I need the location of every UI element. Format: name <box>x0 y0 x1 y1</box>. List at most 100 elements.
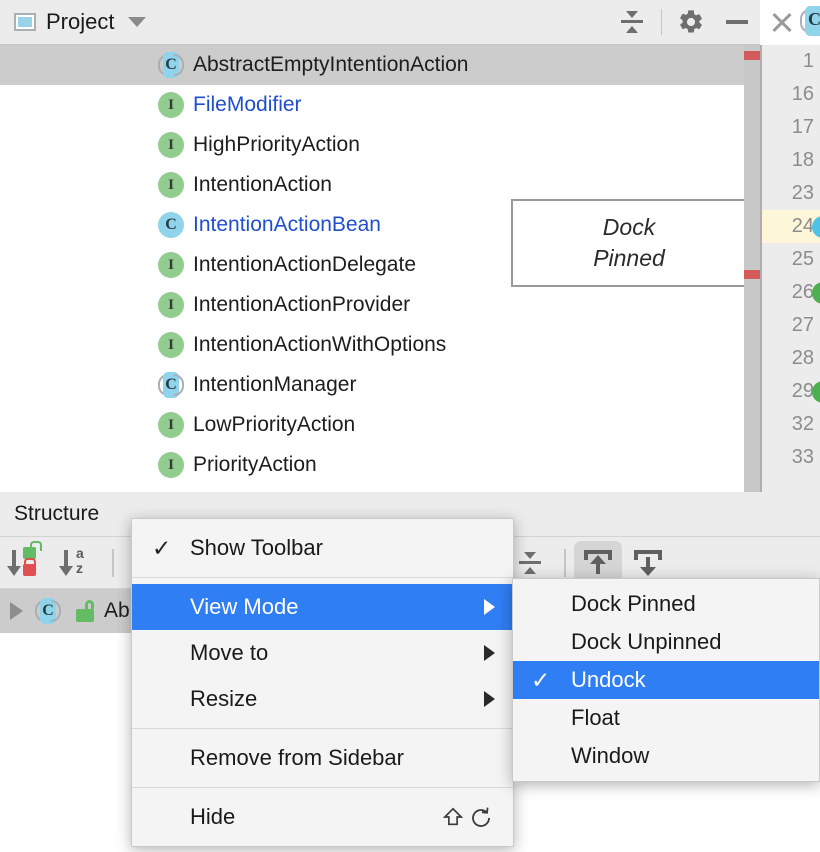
gutter-line: 32 <box>762 408 820 441</box>
check-icon: ✓ <box>531 666 551 693</box>
list-item[interactable]: C IntentionManager <box>0 365 744 405</box>
menu-separator <box>132 787 513 788</box>
interface-icon <box>158 412 184 438</box>
submenu-item-label: Dock Pinned <box>571 591 696 616</box>
line-number: 23 <box>791 182 814 204</box>
settings-button[interactable] <box>668 0 714 45</box>
list-item[interactable]: IntentionActionProvider <box>0 285 744 325</box>
toolbar-divider <box>661 9 662 35</box>
marker-red[interactable] <box>744 270 760 279</box>
sort-by-visibility-button[interactable] <box>0 537 52 589</box>
abstract-class-icon: C <box>158 52 184 78</box>
interface-icon <box>158 252 184 278</box>
abstract-class-icon: C <box>158 372 184 398</box>
menu-item-hide[interactable]: Hide <box>132 794 513 840</box>
sort-alphabetically-icon: az <box>59 545 94 579</box>
gutter-line: 33 <box>762 441 820 474</box>
list-item[interactable]: C AbstractEmptyIntentionAction <box>0 45 744 85</box>
line-number: 28 <box>791 347 814 369</box>
list-item-label: IntentionActionWithOptions <box>193 333 447 356</box>
expander-triangle-icon[interactable] <box>10 602 23 620</box>
gutter-line: 29 <box>762 375 820 408</box>
line-number: 1 <box>802 50 814 72</box>
line-number-gutter[interactable]: 1 16 17 18 23 24 25 26 27 28 29 32 33 <box>760 45 820 492</box>
gutter-line: 1 <box>762 45 820 78</box>
gutter-line: 16 <box>762 78 820 111</box>
list-item-label: FileModifier <box>193 93 302 116</box>
submenu-arrow-icon <box>484 599 495 615</box>
structure-row-label: Ab <box>104 599 130 622</box>
list-item[interactable]: IntentionActionWithOptions <box>0 325 744 365</box>
toolbar-divider <box>564 548 566 577</box>
menu-item-show-toolbar[interactable]: ✓ Show Toolbar <box>132 525 513 571</box>
submenu-item-label: Undock <box>571 667 646 692</box>
gutter-line: 26 <box>762 276 820 309</box>
line-number: 16 <box>791 83 814 105</box>
public-unlock-icon <box>76 600 94 622</box>
list-item-label: IntentionAction <box>193 173 332 196</box>
menu-separator <box>132 577 513 578</box>
dock-up-icon <box>583 548 613 578</box>
project-panel-header: Project <box>0 0 760 45</box>
line-number: 18 <box>791 149 814 171</box>
list-item-label: IntentionActionProvider <box>193 293 411 316</box>
interface-icon <box>158 172 184 198</box>
marker-red[interactable] <box>744 51 760 60</box>
project-header-toolbar <box>609 0 760 44</box>
collapse-all-icon <box>517 550 543 576</box>
menu-item-label: Show Toolbar <box>190 535 323 560</box>
line-number: 17 <box>791 116 814 138</box>
shift-key-icon <box>442 807 464 826</box>
project-title-group[interactable]: Project <box>0 9 147 35</box>
menu-item-resize[interactable]: Resize <box>132 676 513 722</box>
class-icon <box>158 212 184 238</box>
list-item[interactable]: LowPriorityAction <box>0 405 744 445</box>
submenu-item-undock[interactable]: ✓ Undock <box>513 661 819 699</box>
list-item[interactable]: PriorityAction <box>0 445 744 485</box>
submenu-item-dock-pinned[interactable]: Dock Pinned <box>513 585 819 623</box>
interface-icon <box>158 92 184 118</box>
gutter-line: 23 <box>762 177 820 210</box>
editor-strip: 1 16 17 18 23 24 25 26 27 28 29 32 33 <box>744 45 820 492</box>
list-item[interactable]: HighPriorityAction <box>0 125 744 165</box>
line-number: 33 <box>791 446 814 468</box>
gutter-line: 18 <box>762 144 820 177</box>
structure-title: Structure <box>14 502 100 525</box>
dock-preview-text: Dock Pinned <box>593 212 665 274</box>
view-mode-submenu: Dock Pinned Dock Unpinned ✓ Undock Float… <box>512 578 820 782</box>
close-button-zone: C <box>760 0 820 45</box>
collapse-all-button[interactable] <box>609 0 655 45</box>
minimize-icon <box>726 20 748 24</box>
close-icon[interactable] <box>768 8 796 36</box>
chevron-down-icon[interactable] <box>128 17 147 27</box>
dock-pinned-preview: Dock Pinned <box>511 199 747 287</box>
interface-icon[interactable] <box>812 281 820 304</box>
menu-item-view-mode[interactable]: View Mode <box>132 584 513 630</box>
line-number: 32 <box>791 413 814 435</box>
collapse-all-icon <box>619 9 645 35</box>
submenu-item-window[interactable]: Window <box>513 737 819 775</box>
sort-alphabetically-button[interactable]: az <box>52 537 104 589</box>
gutter-line: 17 <box>762 111 820 144</box>
line-number: 29 <box>791 380 814 402</box>
list-item[interactable]: FileModifier <box>0 85 744 125</box>
interface-icon[interactable] <box>812 380 820 403</box>
menu-item-label: Hide <box>190 804 236 829</box>
error-marker-column[interactable] <box>744 45 760 492</box>
line-number: 26 <box>791 281 814 303</box>
submenu-item-dock-unpinned[interactable]: Dock Unpinned <box>513 623 819 661</box>
menu-item-remove-from-sidebar[interactable]: Remove from Sidebar <box>132 735 513 781</box>
menu-item-label: Resize <box>190 686 258 711</box>
submenu-item-label: Dock Unpinned <box>571 629 722 654</box>
list-item-label: PriorityAction <box>193 453 317 476</box>
menu-item-move-to[interactable]: Move to <box>132 630 513 676</box>
submenu-item-float[interactable]: Float <box>513 699 819 737</box>
undo-arrow-icon <box>472 807 490 827</box>
dock-preview-line2: Pinned <box>593 245 665 271</box>
list-item-label: IntentionActionBean <box>193 213 381 236</box>
sort-az-bottom: z <box>76 559 83 576</box>
toolbar-divider <box>112 548 114 577</box>
list-item-label: AbstractEmptyIntentionAction <box>193 53 469 76</box>
project-window-icon <box>14 13 36 31</box>
minimize-button[interactable] <box>714 0 760 45</box>
